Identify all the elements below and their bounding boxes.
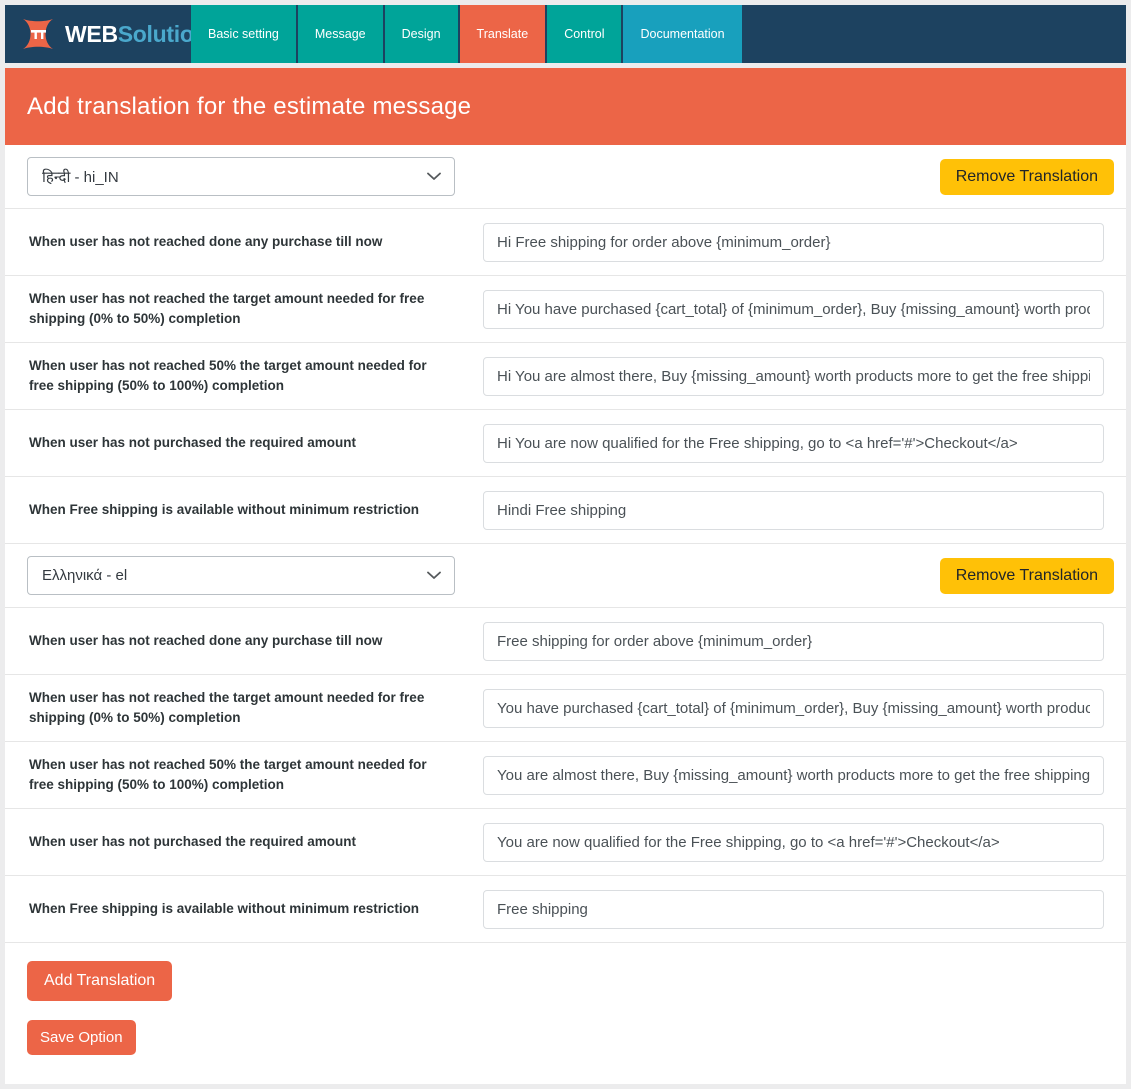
row-field bbox=[483, 289, 1114, 329]
row-field bbox=[483, 688, 1114, 728]
remove-translation-button[interactable]: Remove Translation bbox=[939, 557, 1114, 594]
translation-row: When user has not purchased the required… bbox=[5, 409, 1126, 476]
page-title: Add translation for the estimate message bbox=[27, 92, 472, 120]
page-title-bar: Add translation for the estimate message bbox=[5, 68, 1126, 145]
message-input-not-purchased-required[interactable] bbox=[483, 423, 1104, 463]
tab-translate[interactable]: Translate bbox=[459, 5, 546, 63]
row-label: When user has not reached done any purch… bbox=[29, 632, 383, 648]
row-label: When user has not reached done any purch… bbox=[29, 233, 383, 249]
add-translation-button[interactable]: Add Translation bbox=[27, 961, 173, 1001]
save-option-button[interactable]: Save Option bbox=[27, 1020, 136, 1055]
message-input-no-minimum[interactable] bbox=[483, 889, 1104, 929]
row-label: When user has not reached 50% the target… bbox=[29, 756, 427, 792]
tab-message[interactable]: Message bbox=[297, 5, 383, 63]
tab-documentation[interactable]: Documentation bbox=[623, 5, 742, 63]
row-label: When user has not purchased the required… bbox=[29, 434, 357, 450]
tab-control[interactable]: Control bbox=[547, 5, 622, 63]
message-input-no-purchase[interactable] bbox=[483, 222, 1104, 262]
translation-row: When user has not reached the target amo… bbox=[5, 275, 1126, 342]
translation-row: When user has not purchased the required… bbox=[5, 808, 1126, 875]
translation-block-header: हिन्दी - hi_IN Remove Translation bbox=[5, 145, 1126, 208]
row-field bbox=[483, 490, 1114, 530]
message-input-target-50-100[interactable] bbox=[483, 356, 1104, 396]
chevron-down-icon bbox=[427, 569, 441, 582]
tab-basic-setting[interactable]: Basic setting bbox=[191, 5, 296, 63]
row-field bbox=[483, 822, 1114, 862]
row-field bbox=[483, 356, 1114, 396]
translation-row: When user has not reached done any purch… bbox=[5, 208, 1126, 275]
translation-row: When user has not reached the target amo… bbox=[5, 674, 1126, 741]
row-field bbox=[483, 222, 1114, 262]
footer-actions: Add Translation Save Option bbox=[5, 942, 1126, 1055]
message-input-target-0-50[interactable] bbox=[483, 688, 1104, 728]
language-select[interactable]: Ελληνικά - el bbox=[27, 556, 455, 595]
row-field bbox=[483, 621, 1114, 661]
row-label: When Free shipping is available without … bbox=[29, 900, 420, 916]
translation-row: When Free shipping is available without … bbox=[5, 476, 1126, 543]
message-input-target-0-50[interactable] bbox=[483, 289, 1104, 329]
row-field bbox=[483, 423, 1114, 463]
row-label: When user has not reached the target amo… bbox=[29, 290, 425, 326]
language-select-value: हिन्दी - hi_IN bbox=[42, 168, 119, 186]
translation-row: When Free shipping is available without … bbox=[5, 875, 1126, 942]
language-select-value: Ελληνικά - el bbox=[42, 567, 128, 584]
translation-row: When user has not reached 50% the target… bbox=[5, 741, 1126, 808]
translation-block: हिन्दी - hi_IN Remove Translation When u… bbox=[5, 145, 1126, 543]
message-input-target-50-100[interactable] bbox=[483, 755, 1104, 795]
row-field bbox=[483, 755, 1114, 795]
app-page: WEBSolution Basic setting Message Design… bbox=[0, 0, 1131, 1089]
pi-butterfly-logo-icon bbox=[19, 15, 57, 53]
row-label: When Free shipping is available without … bbox=[29, 501, 420, 517]
tab-design[interactable]: Design bbox=[384, 5, 458, 63]
language-select[interactable]: हिन्दी - hi_IN bbox=[27, 157, 455, 196]
row-label: When user has not purchased the required… bbox=[29, 833, 357, 849]
message-input-not-purchased-required[interactable] bbox=[483, 822, 1104, 862]
row-field bbox=[483, 889, 1114, 929]
row-label: When user has not reached 50% the target… bbox=[29, 357, 427, 393]
brand-logo[interactable]: WEBSolution bbox=[5, 5, 208, 63]
top-navbar: WEBSolution Basic setting Message Design… bbox=[5, 5, 1126, 63]
nav-tabs: Basic setting Message Design Translate C… bbox=[191, 5, 744, 63]
translation-row: When user has not reached done any purch… bbox=[5, 607, 1126, 674]
brand-text: WEBSolution bbox=[65, 20, 208, 47]
row-label: When user has not reached the target amo… bbox=[29, 689, 425, 725]
translation-block: Ελληνικά - el Remove Translation When us… bbox=[5, 544, 1126, 942]
chevron-down-icon bbox=[427, 170, 441, 183]
message-input-no-purchase[interactable] bbox=[483, 621, 1104, 661]
translation-block-header: Ελληνικά - el Remove Translation bbox=[5, 544, 1126, 607]
remove-translation-button[interactable]: Remove Translation bbox=[939, 158, 1114, 195]
brand-word-web: WEB bbox=[65, 20, 118, 47]
translations-card: हिन्दी - hi_IN Remove Translation When u… bbox=[5, 145, 1126, 1084]
message-input-no-minimum[interactable] bbox=[483, 490, 1104, 530]
translation-row: When user has not reached 50% the target… bbox=[5, 342, 1126, 409]
